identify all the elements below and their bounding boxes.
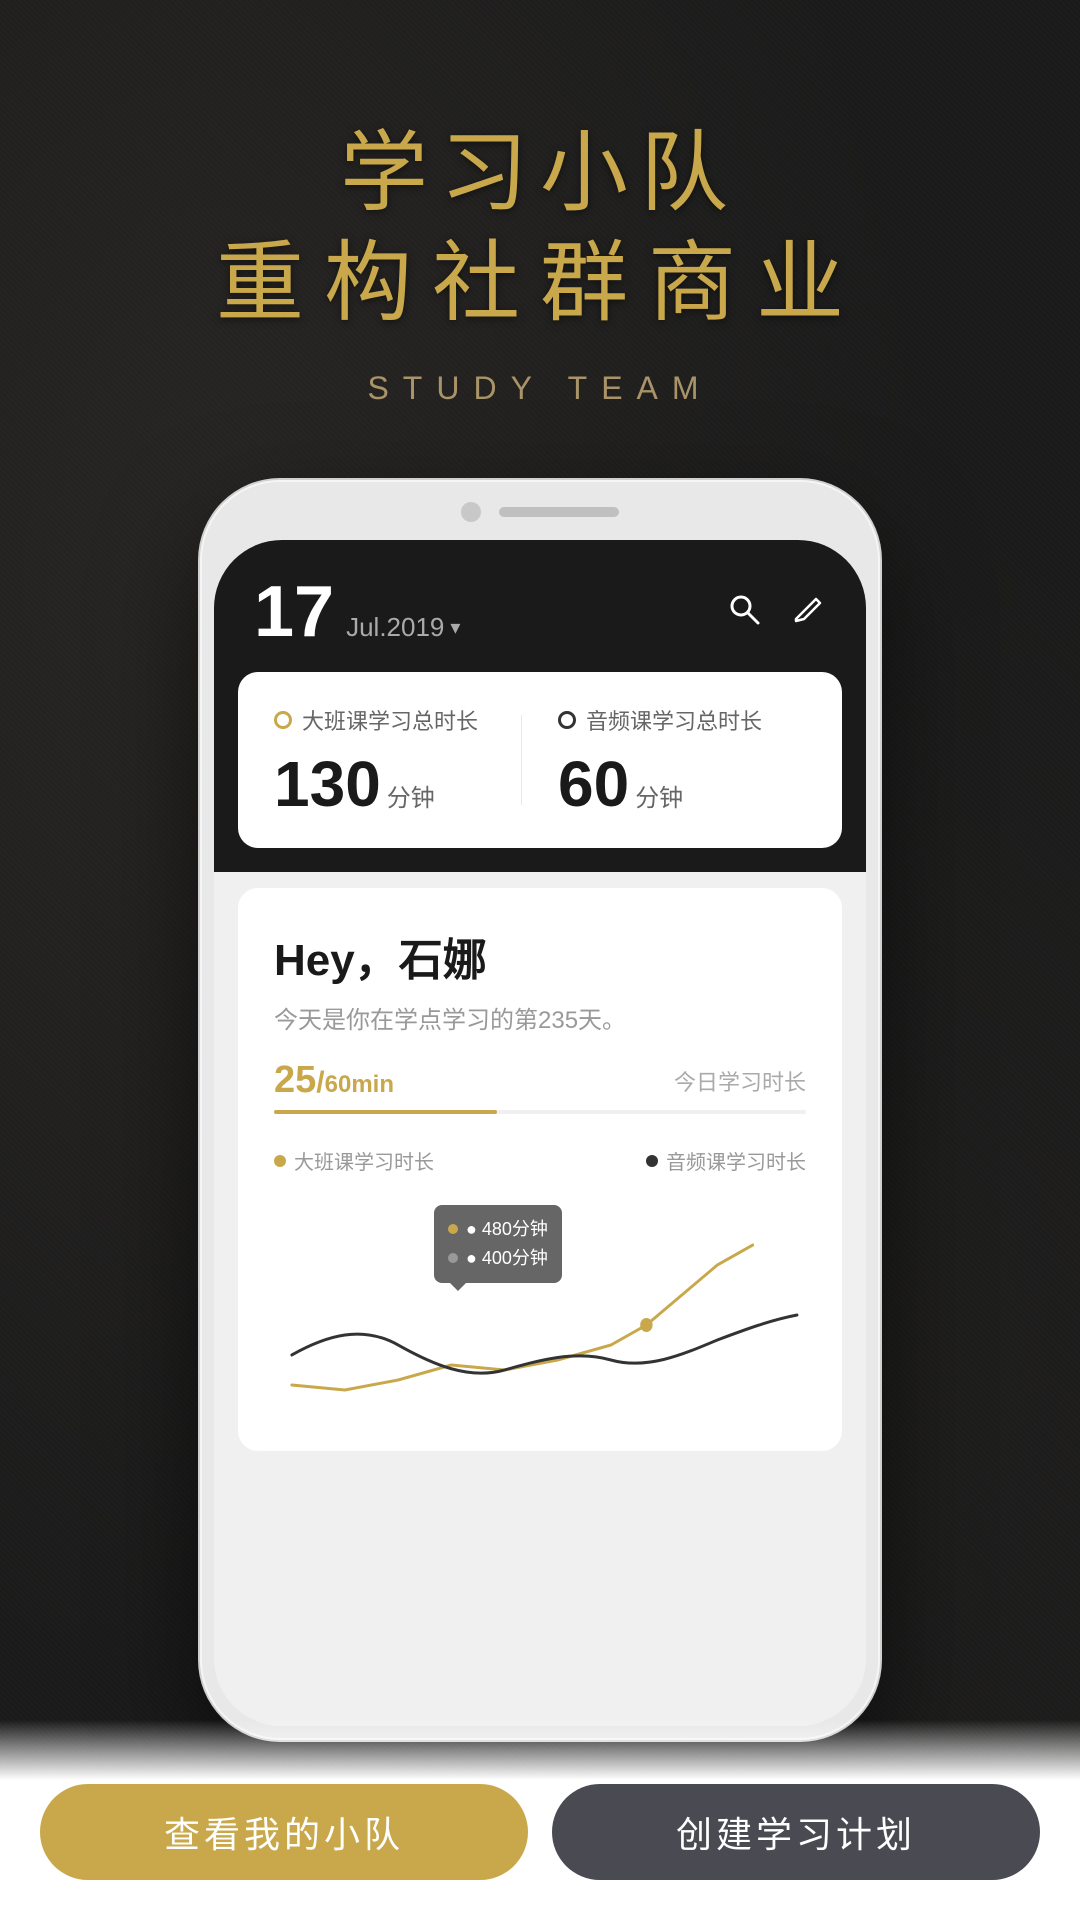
tooltip-line2: ● 400分钟	[466, 1244, 548, 1273]
header-month-year-text: Jul.2019	[346, 612, 444, 643]
progress-bar-container	[274, 1110, 806, 1114]
stat-label-class: 大班课学习总时长	[274, 704, 522, 736]
stat-unit-class: 分钟	[387, 778, 435, 813]
greeting-name: Hey，石娜	[274, 924, 806, 988]
progress-current: 25	[274, 1059, 316, 1101]
stat-number-audio: 60	[558, 752, 629, 816]
tooltip-row-1: ● 480分钟	[448, 1215, 548, 1244]
chart-label-class-text: 大班课学习时长	[294, 1146, 434, 1175]
top-section: 学习小队 重构社群商业 STUDY TEAM	[0, 0, 1080, 407]
progress-total: 60min	[325, 1071, 394, 1098]
phone-mockup: 17 Jul.2019 ▾	[200, 480, 880, 1740]
tooltip-line1: ● 480分钟	[466, 1215, 548, 1244]
edit-icon[interactable]	[790, 591, 826, 633]
stat-dot-dark	[558, 711, 576, 729]
tooltip-dot-dark	[448, 1253, 458, 1263]
title-line1: 学习小队	[0, 120, 1080, 226]
stat-value-class: 130 分钟	[274, 752, 522, 816]
stat-label-audio: 音频课学习总时长	[558, 704, 806, 736]
phone-camera	[461, 502, 481, 522]
app-content: 17 Jul.2019 ▾	[214, 540, 866, 1726]
tooltip-dot-gold	[448, 1224, 458, 1234]
progress-bar-fill	[274, 1110, 497, 1114]
app-header: 17 Jul.2019 ▾	[214, 540, 866, 672]
subtitle-english: STUDY TEAM	[0, 370, 1080, 407]
chart-dot-dark	[646, 1155, 658, 1167]
view-team-button[interactable]: 查看我的小队	[40, 1784, 528, 1880]
tooltip-row-2: ● 400分钟	[448, 1244, 548, 1273]
phone-outer: 17 Jul.2019 ▾	[200, 480, 880, 1740]
header-day: 17	[254, 576, 334, 648]
content-scroll: Hey，石娜 今天是你在学点学习的第235天。 25/60min 今日学习时长	[214, 872, 866, 1726]
chart-tooltip: ● 480分钟 ● 400分钟	[434, 1205, 562, 1283]
stat-number-class: 130	[274, 752, 381, 816]
title-line2: 重构社群商业	[0, 226, 1080, 340]
phone-speaker	[499, 507, 619, 517]
chart-label-audio: 音频课学习时长	[646, 1146, 806, 1175]
phone-screen: 17 Jul.2019 ▾	[214, 540, 866, 1726]
progress-time: 25/60min	[274, 1059, 394, 1102]
stats-section: 大班课学习总时长 130 分钟 音频课学习总时长	[214, 672, 866, 872]
stat-value-audio: 60 分钟	[558, 752, 806, 816]
main-card: Hey，石娜 今天是你在学点学习的第235天。 25/60min 今日学习时长	[238, 888, 842, 1451]
bottom-bar: 查看我的小队 创建学习计划	[0, 1720, 1080, 1920]
create-plan-button[interactable]: 创建学习计划	[552, 1784, 1040, 1880]
stat-dot-gold	[274, 711, 292, 729]
dropdown-arrow-icon[interactable]: ▾	[450, 615, 460, 640]
chart-area: ● 480分钟 ● 400分钟	[274, 1195, 806, 1415]
search-icon[interactable]	[726, 591, 762, 633]
chart-label-audio-text: 音频课学习时长	[666, 1146, 806, 1175]
greeting-subtitle: 今天是你在学点学习的第235天。	[274, 1000, 806, 1035]
chart-labels: 大班课学习时长 音频课学习时长	[274, 1146, 806, 1175]
chart-dot-gold	[274, 1155, 286, 1167]
stat-label-class-text: 大班课学习总时长	[302, 704, 478, 736]
header-icons	[726, 591, 826, 633]
progress-label-right: 今日学习时长	[674, 1065, 806, 1097]
progress-row: 25/60min 今日学习时长	[274, 1059, 806, 1102]
stat-item-audio: 音频课学习总时长 60 分钟	[522, 704, 806, 816]
stat-unit-audio: 分钟	[635, 778, 683, 813]
header-date: 17 Jul.2019 ▾	[254, 576, 460, 648]
header-month-year: Jul.2019 ▾	[346, 612, 460, 643]
stats-card: 大班课学习总时长 130 分钟 音频课学习总时长	[238, 672, 842, 848]
phone-top-bar	[461, 502, 619, 522]
stat-label-audio-text: 音频课学习总时长	[586, 704, 762, 736]
stat-item-class: 大班课学习总时长 130 分钟	[274, 704, 522, 816]
chart-label-class: 大班课学习时长	[274, 1146, 434, 1175]
